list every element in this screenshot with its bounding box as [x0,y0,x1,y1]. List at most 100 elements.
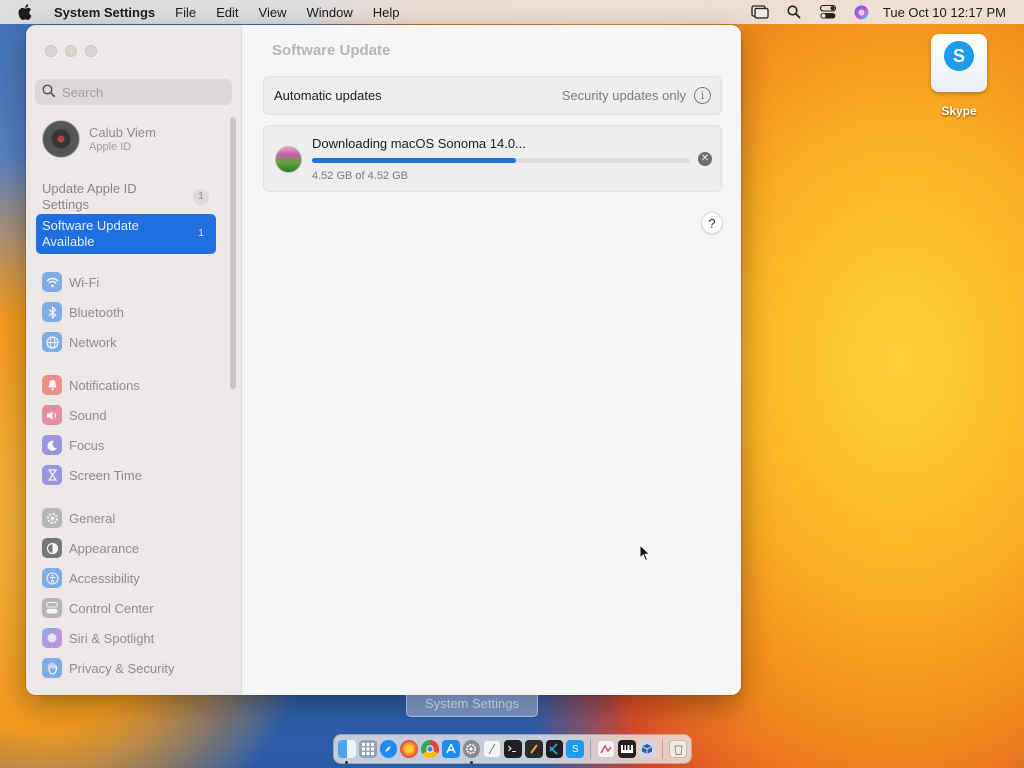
sidebar-item-control-center[interactable]: Control Center [42,597,154,619]
dock-separator [662,739,664,759]
apple-id-account[interactable]: Calub Viem Apple ID [42,120,156,158]
skype-icon: S [931,34,987,92]
sidebar-item-sound[interactable]: Sound [42,404,107,426]
screen-mirroring-icon[interactable] [743,5,777,19]
sidebar-item-label: Wi-Fi [69,274,100,290]
sidebar-item-privacy-security[interactable]: Privacy & Security [42,657,174,679]
search-icon [42,83,56,101]
sidebar-item-network[interactable]: Network [42,331,117,353]
launchpad-icon[interactable] [358,740,377,758]
siri-icon [42,628,62,648]
sidebar-item-accessibility[interactable]: Accessibility [42,567,140,589]
dock-separator [590,739,592,759]
safari-icon[interactable] [379,740,398,758]
sidebar-item-label: Accessibility [69,570,140,586]
system-settings-window: Calub Viem Apple ID Update Apple ID Sett… [26,25,741,695]
sidebar-item-general[interactable]: General [42,507,115,529]
download-title: Downloading macOS Sonoma 14.0... [312,136,526,151]
firefox-icon[interactable] [400,740,418,758]
alert-badge: 1 [198,228,204,239]
sidebar-item-label: Appearance [69,540,140,556]
cancel-download-button[interactable]: ✕ [698,152,712,166]
sidebar-item-bluetooth[interactable]: Bluetooth [42,301,124,323]
help-button[interactable]: ? [701,212,723,234]
system-settings-icon[interactable] [462,740,481,764]
window-controls [45,45,97,57]
automatic-updates-row: Automatic updates Security updates only … [263,76,722,115]
avatar [42,120,80,158]
download-progress-bar [312,158,690,163]
desktop-icon-label: Skype [941,104,977,118]
sidebar-item-label: Focus [69,437,105,453]
finder-icon[interactable] [338,740,356,764]
menu-window[interactable]: Window [296,5,362,20]
menu-view[interactable]: View [249,5,297,20]
minimize-window-button[interactable] [65,45,77,57]
alert-label: Software Update Available [42,218,139,249]
control-center-icon [42,598,62,618]
dock-tooltip: System Settings [406,690,538,717]
menu-edit[interactable]: Edit [206,5,248,20]
control-center-icon[interactable] [811,5,845,19]
menu-bar: System Settings File Edit View Window He… [0,0,1024,24]
page-title: Software Update [272,42,391,59]
download-progress-fill [312,158,517,163]
sidebar-item-siri-spotlight[interactable]: Siri & Spotlight [42,627,154,649]
bell-icon [42,375,62,395]
sidebar-item-appearance[interactable]: Appearance [42,537,139,559]
download-size: 4.52 GB of 4.52 GB [312,170,409,182]
zoom-window-button[interactable] [85,45,97,57]
menu-help[interactable]: Help [363,5,410,20]
gear-icon [42,508,62,528]
search-field[interactable] [35,79,232,105]
sidebar-item-focus[interactable]: Focus [42,434,104,456]
apple-menu-icon[interactable] [18,4,36,20]
textedit-icon[interactable] [483,740,502,758]
desktop-skype[interactable]: S Skype [926,34,992,118]
preview-icon[interactable] [597,740,615,758]
hourglass-icon [42,465,62,485]
software-update-available-item[interactable]: Software Update Available 1 [36,214,216,254]
sidebar-item-label: Control Center [69,600,154,616]
accessibility-icon [42,568,62,588]
virtualbox-icon[interactable] [638,740,657,758]
sidebar-scrollbar[interactable] [230,117,236,389]
menu-app-name[interactable]: System Settings [50,5,165,20]
sidebar-item-label: Bluetooth [69,304,124,320]
sidebar-item-notifications[interactable]: Notifications [42,374,140,396]
appearance-icon [42,538,62,558]
sidebar-item-label: Screen Time [69,467,142,483]
skype-icon[interactable]: S [566,740,585,758]
update-apple-id-settings-item[interactable]: Update Apple ID Settings 1 [36,177,216,217]
piano-icon[interactable] [617,740,636,758]
terminal-icon[interactable] [504,740,522,758]
sidebar-item-label: Network [69,334,117,350]
search-input[interactable] [62,84,212,100]
info-icon[interactable]: i [694,87,711,104]
instruments-icon[interactable] [524,740,543,758]
sidebar-item-label: General [69,510,116,526]
account-subtitle: Apple ID [89,141,132,153]
sidebar-item-screen-time[interactable]: Screen Time [42,464,142,486]
close-window-button[interactable] [45,45,57,57]
sidebar-item-wifi[interactable]: Wi-Fi [42,271,99,293]
sidebar-item-label: Notifications [69,377,140,393]
app-store-icon[interactable] [441,740,460,758]
siri-icon[interactable] [845,5,879,20]
download-card: Downloading macOS Sonoma 14.0... 4.52 GB… [263,125,722,192]
macos-sonoma-icon [275,146,302,173]
spotlight-search-icon[interactable] [777,5,811,19]
trash-icon[interactable] [669,740,688,758]
sidebar-item-label: Sound [69,407,107,423]
main-pane: Software Update Automatic updates Securi… [242,25,741,695]
bluetooth-icon [42,302,62,322]
globe-icon [42,332,62,352]
moon-icon [42,435,62,455]
mouse-cursor-icon [639,543,651,567]
chrome-icon[interactable] [421,740,439,758]
vscode-icon[interactable] [545,740,564,758]
sidebar-item-label: Siri & Spotlight [69,630,155,646]
menu-file[interactable]: File [165,5,206,20]
hand-icon [42,658,62,678]
menu-clock[interactable]: Tue Oct 10 12:17 PM [879,5,1024,20]
